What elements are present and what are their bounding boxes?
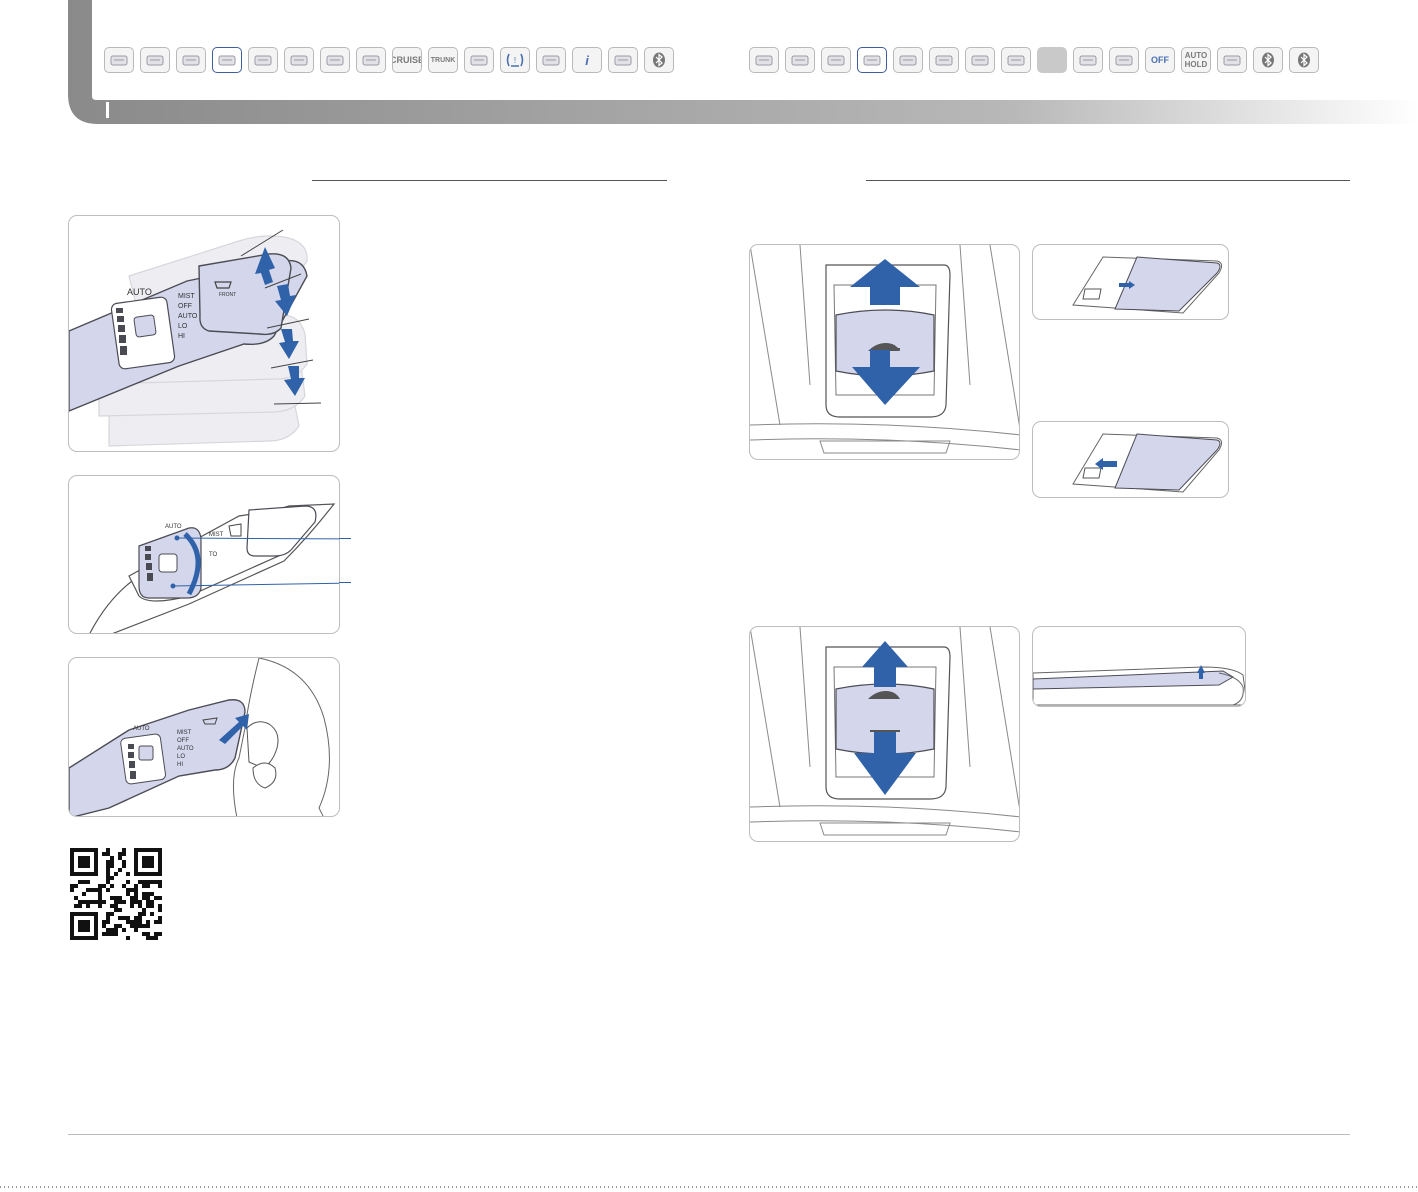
seat-icon[interactable] — [248, 47, 278, 73]
traction-off-icon[interactable]: OFF — [1145, 47, 1175, 73]
gear-shift-icon[interactable] — [1109, 47, 1139, 73]
info-display-icon[interactable]: i — [572, 47, 602, 73]
gauge-icon[interactable] — [785, 47, 815, 73]
stalk-lever-icon[interactable] — [176, 47, 206, 73]
svg-text:!: ! — [514, 56, 516, 65]
nav-right-icons: OFF AUTO HOLD — [749, 47, 1319, 73]
switch-panel-icon[interactable] — [320, 47, 350, 73]
section-rule-right — [866, 180, 1350, 181]
display-icon[interactable] — [536, 47, 566, 73]
switch-bank-icon[interactable] — [929, 47, 959, 73]
svg-text:AUTO: AUTO — [177, 746, 194, 752]
panel-icon[interactable] — [284, 47, 314, 73]
rotary-callout-extension-bottom — [339, 582, 351, 583]
svg-text:HI: HI — [177, 762, 183, 768]
parking-icon[interactable] — [1217, 47, 1247, 73]
svg-text:AUTO: AUTO — [133, 726, 150, 732]
bluetooth-icon[interactable] — [1253, 47, 1283, 73]
key-icon[interactable] — [821, 47, 851, 73]
mirror-icon[interactable] — [356, 47, 386, 73]
stalk-label-lo: LO — [178, 323, 188, 330]
stalk-label-auto-mode: AUTO — [178, 313, 198, 320]
stalk-label-auto: AUTO — [127, 287, 152, 297]
wiper-stalk-positions-figure: AUTO MIST OFF AUTO LO HI FRONT — [68, 215, 340, 452]
auto-hold-icon[interactable]: AUTO HOLD — [1181, 47, 1211, 73]
sunroof-switch-figure-top — [749, 244, 1020, 460]
trunk-icon[interactable]: TRUNK — [428, 47, 458, 73]
rotary-callout-extension-top — [339, 538, 351, 539]
svg-text:MIST: MIST — [209, 532, 224, 538]
wiper-stalk-icon[interactable] — [212, 47, 242, 73]
key-fob-icon[interactable] — [464, 47, 494, 73]
button-cluster-icon[interactable] — [965, 47, 995, 73]
steering-wheel-icon[interactable] — [140, 47, 170, 73]
stalk-label-hi: HI — [178, 333, 185, 340]
wiper-wash-pull-figure: AUTO MIST OFF AUTO LO HI — [68, 657, 340, 817]
stalk-label-mist: MIST — [178, 293, 195, 300]
section-rule-left — [312, 180, 667, 181]
bottom-edge — [0, 1186, 1418, 1188]
voice-icon[interactable] — [749, 47, 779, 73]
tpms-warning-icon[interactable]: ! — [500, 47, 530, 73]
blank-icon[interactable] — [1037, 47, 1067, 73]
svg-text:MIST: MIST — [177, 730, 192, 736]
sunroof-slide-close-figure — [1032, 421, 1229, 498]
console-icon[interactable] — [893, 47, 923, 73]
sunroof-icon[interactable] — [857, 47, 887, 73]
climate-panel-icon[interactable] — [608, 47, 638, 73]
grid-icon[interactable] — [1001, 47, 1031, 73]
screen-icon[interactable] — [1073, 47, 1103, 73]
footer-rule — [68, 1134, 1350, 1135]
sunroof-slide-open-figure — [1032, 244, 1229, 320]
svg-text:AUTO: AUTO — [165, 524, 182, 530]
sunroof-switch-figure-bottom — [749, 626, 1020, 842]
nav-left-icons: CRUISETRUNK! i — [104, 47, 674, 73]
bluetooth-icon[interactable] — [644, 47, 674, 73]
svg-text:LO: LO — [177, 754, 185, 760]
stalk-label-front: FRONT — [219, 292, 236, 298]
wiper-rotary-control-figure: AUTO MIST TO — [68, 475, 340, 634]
svg-text:OFF: OFF — [177, 738, 189, 744]
wiper-blade-icon[interactable] — [104, 47, 134, 73]
cruise-icon[interactable]: CRUISE — [392, 47, 422, 73]
sunroof-tilt-figure — [1032, 626, 1246, 707]
bluetooth-icon[interactable] — [1289, 47, 1319, 73]
qr-code — [70, 848, 162, 940]
svg-text:TO: TO — [209, 552, 218, 558]
stalk-label-off: OFF — [178, 303, 192, 310]
